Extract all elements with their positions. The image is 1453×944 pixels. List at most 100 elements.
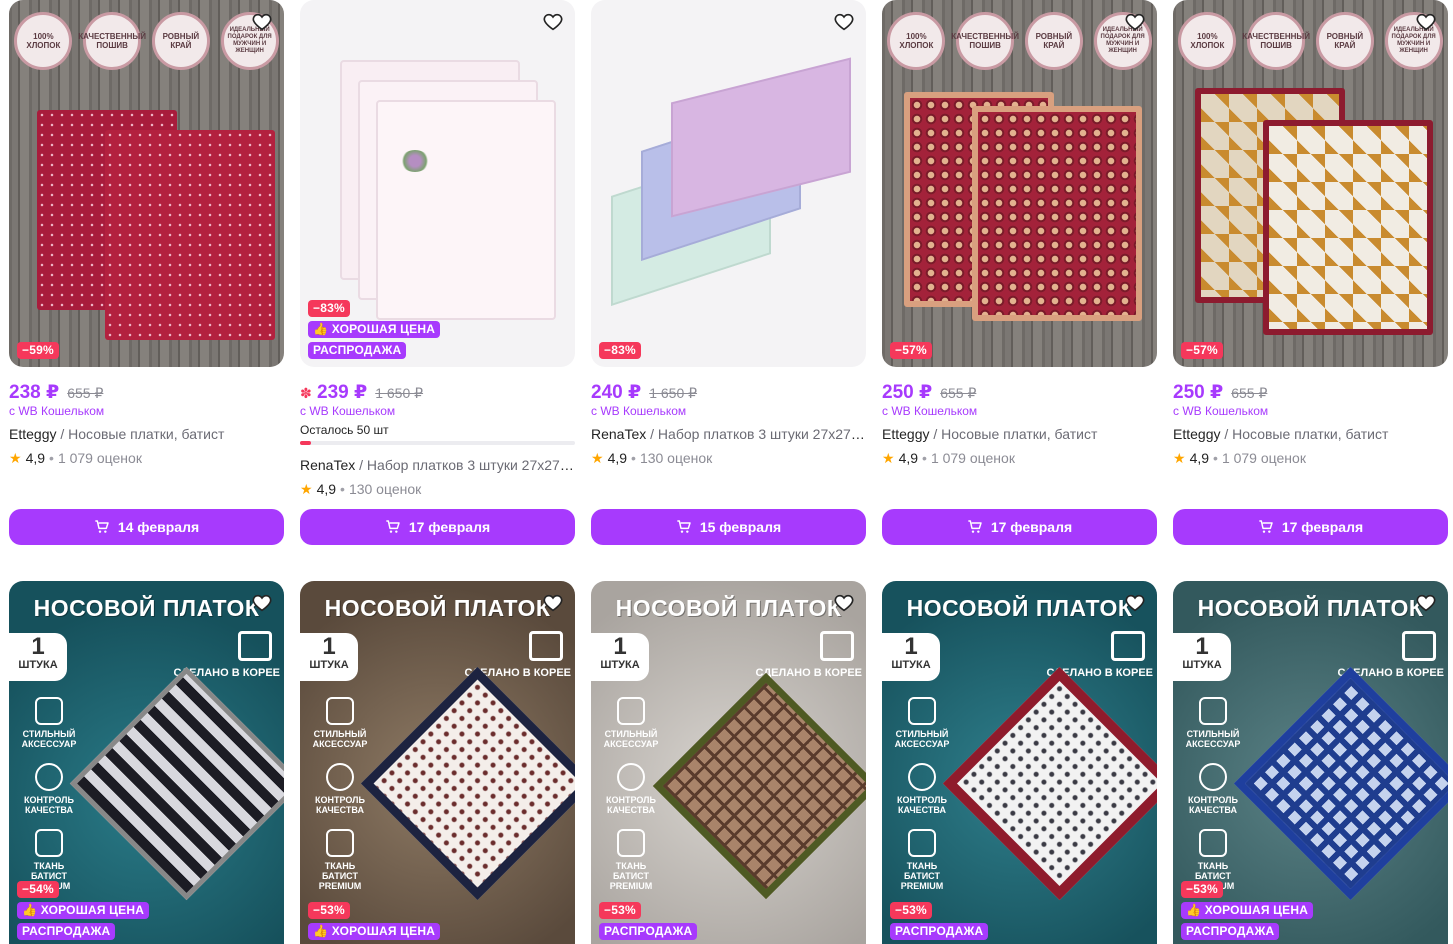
favorite-heart-icon[interactable] [830, 8, 858, 36]
review-count: 130 оценок [348, 481, 422, 497]
rating: ★ 4,9 • 1 079 оценок [9, 449, 284, 467]
product-name[interactable]: RenaTex / Набор платков 3 штуки 27x27 ..… [300, 457, 575, 475]
badges: −53% РАСПРОДАЖА [890, 902, 989, 940]
feature-quality: КОНТРОЛЬ КАЧЕСТВА [599, 763, 663, 815]
product-image[interactable]: 100% ХЛОПОК КАЧЕСТВЕННЫЙ ПОШИВ РОВНЫЙ КР… [1173, 0, 1448, 367]
discount-badge: −57% [890, 342, 932, 359]
product-image[interactable]: НОСОВОЙ ПЛАТОК 1 ШТУКА СДЕЛАНО В КОРЕЕ СТ… [882, 581, 1157, 944]
star-icon: ★ [591, 449, 604, 466]
quantity-tag: 1 ШТУКА [1173, 633, 1231, 681]
product-image[interactable]: НОСОВОЙ ПЛАТОК 1 ШТУКА СДЕЛАНО В КОРЕЕ СТ… [1173, 581, 1448, 944]
favorite-heart-icon[interactable] [539, 8, 567, 36]
good-price-badge: 👍 ХОРОШАЯ ЦЕНА [1181, 902, 1314, 919]
discount-badge: −57% [1181, 342, 1223, 359]
add-to-cart-button[interactable]: 17 февраля [300, 509, 575, 545]
add-to-cart-button[interactable]: 15 февраля [591, 509, 866, 545]
product-image[interactable]: 100% ХЛОПОК КАЧЕСТВЕННЫЙ ПОШИВ РОВНЫЙ КР… [882, 0, 1157, 367]
stock-left: Осталось 50 шт [300, 423, 389, 437]
product-card[interactable]: 100% ХЛОПОК КАЧЕСТВЕННЫЙ ПОШИВ РОВНЫЙ КР… [9, 0, 284, 545]
price-row: 250 ₽ 655 ₽ [882, 381, 1157, 403]
feature-accessory: СТИЛЬНЫЙ АКСЕССУАР [308, 697, 372, 749]
bag-icon [908, 697, 936, 725]
discount-badge: −54% [17, 881, 59, 898]
price: 240 ₽ [591, 382, 642, 403]
favorite-heart-icon[interactable] [1121, 8, 1149, 36]
discount-badge: −83% [599, 342, 641, 359]
wallet-note: с WB Кошельком [300, 404, 396, 418]
feature-accessory: СТИЛЬНЫЙ АКСЕССУАР [17, 697, 81, 749]
rating: ★ 4,9 • 1 079 оценок [1173, 449, 1448, 467]
promo-icon: ✽ [300, 385, 312, 401]
star-icon: ★ [882, 449, 895, 466]
feature-quality: КОНТРОЛЬ КАЧЕСТВА [17, 763, 81, 815]
favorite-heart-icon[interactable] [1412, 589, 1440, 617]
favorite-heart-icon[interactable] [248, 589, 276, 617]
handkerchief-graphic [972, 106, 1142, 321]
sewing-machine-icon [820, 631, 854, 661]
add-to-cart-button[interactable]: 17 февраля [882, 509, 1157, 545]
category: / Носовые платки, батист [1224, 426, 1389, 442]
price: 250 ₽ [1173, 382, 1224, 403]
product-card[interactable]: НОСОВОЙ ПЛАТОК 1 ШТУКА СДЕЛАНО В КОРЕЕ СТ… [9, 581, 284, 944]
favorite-heart-icon[interactable] [830, 589, 858, 617]
separator-dot: • [631, 450, 636, 466]
product-name[interactable]: Etteggy / Носовые платки, батист [882, 426, 1157, 444]
brand: Etteggy [882, 426, 930, 442]
feature-circle: РОВНЫЙ КРАЙ [1315, 12, 1374, 70]
add-to-cart-button[interactable]: 14 февраля [9, 509, 284, 545]
product-name[interactable]: Etteggy / Носовые платки, батист [9, 426, 284, 444]
product-card[interactable]: −83% 240 ₽ 1 650 ₽ с WB Кошельком RenaTe… [591, 0, 866, 545]
product-image[interactable]: НОСОВОЙ ПЛАТОК 1 ШТУКА СДЕЛАНО В КОРЕЕ СТ… [9, 581, 284, 944]
product-card[interactable]: НОСОВОЙ ПЛАТОК 1 ШТУКА СДЕЛАНО В КОРЕЕ СТ… [300, 581, 575, 944]
price-row: 238 ₽ 655 ₽ [9, 381, 284, 403]
wallet-note: с WB Кошельком [591, 404, 687, 418]
sale-badge: РАСПРОДАЖА [308, 342, 407, 359]
product-image[interactable]: −83% 👍 ХОРОШАЯ ЦЕНА РАСПРОДАЖА [300, 0, 575, 367]
separator-dot: • [1213, 450, 1218, 466]
product-card[interactable]: 100% ХЛОПОК КАЧЕСТВЕННЫЙ ПОШИВ РОВНЫЙ КР… [1173, 0, 1448, 545]
product-card[interactable]: 100% ХЛОПОК КАЧЕСТВЕННЫЙ ПОШИВ РОВНЫЙ КР… [882, 0, 1157, 545]
old-price: 1 650 ₽ [375, 385, 424, 401]
feature-circles: 100% ХЛОПОК КАЧЕСТВЕННЫЙ ПОШИВ РОВНЫЙ КР… [882, 12, 1157, 70]
rating: ★ 4,9 • 130 оценок [300, 480, 575, 498]
rating-value: 4,9 [316, 481, 337, 497]
quantity-tag: 1 ШТУКА [9, 633, 67, 681]
image-title: НОСОВОЙ ПЛАТОК [324, 595, 551, 621]
product-card[interactable]: −83% 👍 ХОРОШАЯ ЦЕНА РАСПРОДАЖА ✽ 239 ₽ 1… [300, 0, 575, 545]
bag-icon [1199, 697, 1227, 725]
product-card[interactable]: НОСОВОЙ ПЛАТОК 1 ШТУКА СДЕЛАНО В КОРЕЕ СТ… [1173, 581, 1448, 944]
product-image[interactable]: НОСОВОЙ ПЛАТОК 1 ШТУКА СДЕЛАНО В КОРЕЕ СТ… [591, 581, 866, 944]
image-title: НОСОВОЙ ПЛАТОК [906, 595, 1133, 621]
product-name[interactable]: Etteggy / Носовые платки, батист [1173, 426, 1448, 444]
delivery-date: 14 февраля [117, 519, 200, 535]
product-card[interactable]: НОСОВОЙ ПЛАТОК 1 ШТУКА СДЕЛАНО В КОРЕЕ СТ… [882, 581, 1157, 944]
product-image[interactable]: −83% [591, 0, 866, 367]
old-price: 655 ₽ [940, 385, 977, 401]
rating-value: 4,9 [25, 450, 46, 466]
separator-dot: • [340, 481, 345, 497]
discount-badge: −83% [308, 300, 350, 317]
add-to-cart-button[interactable]: 17 февраля [1173, 509, 1448, 545]
product-name[interactable]: RenaTex / Набор платков 3 штуки 27x27 ..… [591, 426, 866, 444]
image-title: НОСОВОЙ ПЛАТОК [1197, 595, 1424, 621]
sale-badge: РАСПРОДАЖА [17, 923, 116, 940]
discount-badge: −53% [599, 902, 641, 919]
separator-dot: • [922, 450, 927, 466]
handkerchief-graphic [69, 666, 284, 901]
product-image[interactable]: 100% ХЛОПОК КАЧЕСТВЕННЫЙ ПОШИВ РОВНЫЙ КР… [9, 0, 284, 367]
favorite-heart-icon[interactable] [539, 589, 567, 617]
price-row: ✽ 239 ₽ 1 650 ₽ [300, 381, 575, 403]
review-count: 130 оценок [639, 450, 713, 466]
handkerchief-graphic [942, 666, 1157, 901]
favorite-heart-icon[interactable] [1121, 589, 1149, 617]
cart-icon [95, 520, 109, 533]
badges: −53% 👍 ХОРОШАЯ ЦЕНА [308, 902, 441, 940]
fabric-roll-icon [617, 829, 645, 857]
handkerchief-graphic [1233, 666, 1448, 901]
check-badge-icon [1199, 763, 1227, 791]
product-card[interactable]: НОСОВОЙ ПЛАТОК 1 ШТУКА СДЕЛАНО В КОРЕЕ СТ… [591, 581, 866, 944]
favorite-heart-icon[interactable] [1412, 8, 1440, 36]
favorite-heart-icon[interactable] [248, 8, 276, 36]
product-image[interactable]: НОСОВОЙ ПЛАТОК 1 ШТУКА СДЕЛАНО В КОРЕЕ СТ… [300, 581, 575, 944]
feature-fabric: ТКАНЬ БАТИСТ PREMIUM [308, 829, 372, 891]
